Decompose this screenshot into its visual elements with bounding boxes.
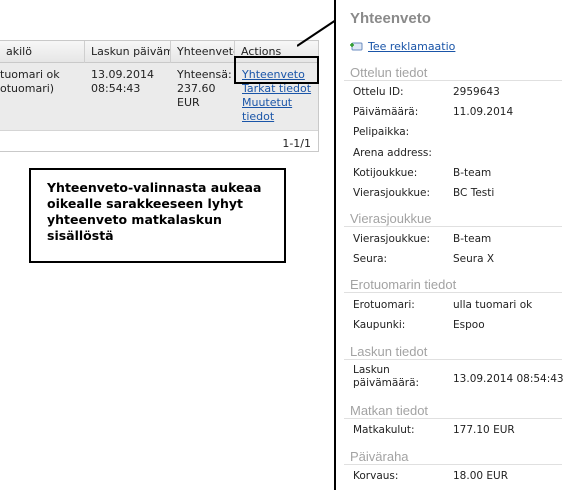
- person-line-1: tuomari ok: [0, 68, 60, 81]
- changes-link-line-1[interactable]: Muutetut: [242, 96, 318, 110]
- section-rule: [344, 464, 562, 465]
- highlight-box: [234, 56, 319, 84]
- section-invoice-info: Laskun tiedot: [350, 344, 428, 359]
- callout-line-3: yhteenveto matkalaskun: [47, 212, 222, 227]
- match-id-value: 2959643: [453, 86, 500, 98]
- invoice-date-label-line-1: Laskun: [353, 364, 390, 376]
- home-team-label: Kotijoukkue:: [353, 167, 418, 179]
- visitor-team-value: B-team: [453, 233, 492, 245]
- date-value: 11.09.2014: [453, 106, 514, 118]
- club-value: Seura X: [453, 253, 495, 265]
- callout-line-1: Yhteenveto-valinnasta aukeaa: [47, 180, 262, 195]
- total-label: Yhteensä:: [177, 68, 232, 81]
- away-team-value: BC Testi: [453, 187, 495, 199]
- details-link[interactable]: Tarkat tiedot: [242, 82, 318, 96]
- invoice-date-label-line-2: päivämäärä:: [353, 377, 420, 389]
- cell-person: tuomari ok otuomari): [0, 68, 85, 96]
- section-match-info: Ottelun tiedot: [350, 65, 428, 80]
- invoice-date-label: Laskun päivämäärä:: [353, 364, 419, 390]
- column-header-person[interactable]: akilö: [0, 41, 85, 63]
- visitor-team-label: Vierasjoukkue:: [353, 233, 431, 245]
- city-value: Espoo: [453, 319, 485, 331]
- city-label: Kaupunki:: [353, 319, 406, 331]
- compensation-label: Korvaus:: [353, 470, 399, 482]
- section-daily-allowance: Päiväraha: [350, 449, 409, 464]
- complaint-link-row[interactable]: Tee reklamaatio: [350, 40, 455, 53]
- panel-title: Yhteenveto: [350, 10, 431, 27]
- club-label: Seura:: [353, 253, 388, 265]
- referee-label: Erotuomari:: [353, 299, 415, 311]
- annotation-callout: Yhteenveto-valinnasta aukeaa oikealle sa…: [29, 168, 286, 263]
- referee-value: ulla tuomari ok: [453, 299, 533, 311]
- away-team-label: Vierasjoukkue:: [353, 187, 431, 199]
- section-rule: [344, 359, 562, 360]
- match-id-label: Ottelu ID:: [353, 86, 404, 98]
- changes-link-line-2[interactable]: tiedot: [242, 110, 318, 124]
- invoice-date: 13.09.2014: [91, 68, 154, 81]
- travel-costs-value: 177.10 EUR: [453, 424, 515, 436]
- total-amount: 237.60: [177, 82, 216, 95]
- complaint-link[interactable]: Tee reklamaatio: [368, 40, 455, 53]
- section-visitor-team: Vierasjoukkue: [350, 211, 432, 226]
- travel-costs-label: Matkakulut:: [353, 424, 415, 436]
- summary-panel: Yhteenveto Tee reklamaatio Ottelun tiedo…: [336, 0, 568, 490]
- section-travel-info: Matkan tiedot: [350, 403, 429, 418]
- compensation-value: 18.00 EUR: [453, 470, 509, 482]
- arena-address-label: Arena address:: [353, 147, 432, 159]
- invoice-time: 08:54:43: [91, 82, 141, 95]
- person-line-2: otuomari): [0, 82, 55, 95]
- callout-line-2: oikealle sarakkeeseen lyhyt: [47, 196, 243, 211]
- column-header-invoice-date[interactable]: Laskun päivämää: [85, 41, 171, 63]
- home-team-value: B-team: [453, 167, 492, 179]
- add-comment-icon: [350, 41, 364, 53]
- section-referee-info: Erotuomarin tiedot: [350, 277, 457, 292]
- cell-invoice-date: 13.09.2014 08:54:43: [91, 68, 171, 96]
- section-rule: [344, 226, 562, 227]
- column-header-summary[interactable]: Yhteenveto: [171, 41, 235, 63]
- section-rule: [344, 80, 562, 81]
- section-rule: [344, 418, 562, 419]
- cell-summary: Yhteensä: 237.60 EUR: [177, 68, 235, 110]
- total-currency: EUR: [177, 96, 200, 109]
- section-rule: [344, 292, 562, 293]
- pager-count: 1-1/1: [282, 137, 311, 150]
- date-label: Päivämäärä:: [353, 106, 419, 118]
- venue-label: Pelipaikka:: [353, 126, 410, 138]
- invoice-date-value: 13.09.2014 08:54:43: [453, 373, 564, 385]
- callout-line-4: sisällöstä: [47, 228, 114, 243]
